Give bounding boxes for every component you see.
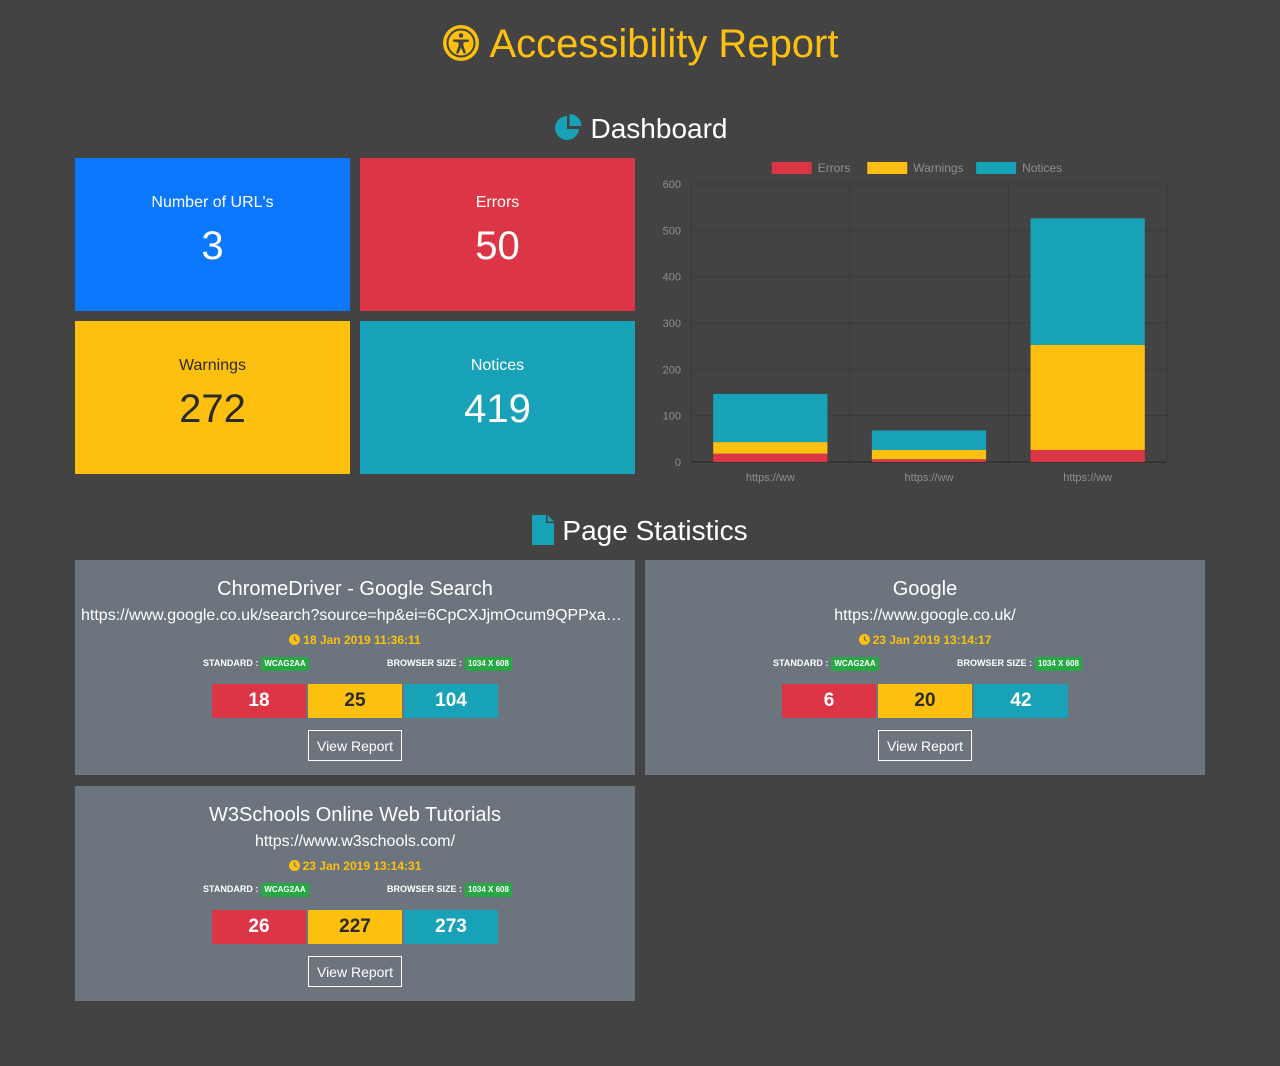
page-title: W3Schools Online Web Tutorials bbox=[209, 804, 501, 826]
page-timestamp: 23 Jan 2019 13:14:17 bbox=[645, 632, 1205, 648]
errors-tile: Errors 50 bbox=[360, 158, 635, 311]
error-count: 26 bbox=[212, 910, 306, 944]
standard-badge: WCAG2AA bbox=[261, 883, 309, 897]
x-tick-label: https://ww bbox=[1063, 472, 1112, 484]
page-date: 23 Jan 2019 13:14:31 bbox=[302, 859, 422, 873]
y-tick-label: 200 bbox=[663, 364, 681, 376]
urls-tile: Number of URL's 3 bbox=[75, 158, 350, 311]
y-tick-label: 400 bbox=[663, 272, 681, 284]
standard-badge: WCAG2AA bbox=[831, 657, 879, 671]
standard-label: STANDARD : bbox=[203, 658, 259, 668]
warnings-count: 272 bbox=[179, 387, 246, 431]
page-card: ChromeDriver - Google Search https://www… bbox=[75, 560, 635, 775]
y-tick-label: 500 bbox=[663, 225, 681, 237]
clock-icon bbox=[288, 860, 300, 871]
bar-segment-errors bbox=[871, 459, 987, 462]
page-date: 18 Jan 2019 11:36:11 bbox=[303, 633, 421, 647]
clock-icon bbox=[858, 634, 870, 645]
standard-label: STANDARD : bbox=[203, 884, 259, 894]
x-tick-label: https://ww bbox=[746, 472, 795, 484]
legend-swatch-warnings bbox=[867, 162, 908, 174]
page-card: W3Schools Online Web Tutorials https://w… bbox=[75, 786, 635, 1001]
x-tick-label: https://ww bbox=[905, 472, 954, 484]
warnings-tile: Warnings 272 bbox=[75, 321, 350, 474]
notice-count: 104 bbox=[404, 684, 498, 718]
errors-count: 50 bbox=[475, 224, 520, 268]
urls-count: 3 bbox=[201, 224, 224, 268]
browser-size-label: BROWSER SIZE : bbox=[957, 658, 1033, 668]
page-timestamp: 23 Jan 2019 13:14:31 bbox=[75, 858, 635, 874]
page-card: Google https://www.google.co.uk/ 23 Jan … bbox=[645, 560, 1205, 775]
bar-segment-notices bbox=[871, 430, 987, 450]
y-tick-label: 300 bbox=[663, 318, 681, 330]
clock-icon bbox=[289, 634, 301, 645]
standard-meta: STANDARD : WCAG2AA bbox=[203, 657, 309, 671]
browser-size-meta: BROWSER SIZE :1034 X 608 bbox=[387, 883, 512, 897]
bar-segment-errors bbox=[713, 453, 828, 462]
page-statistics-heading: Page Statistics bbox=[0, 514, 1280, 548]
page-title: Google bbox=[892, 578, 958, 600]
issue-counts: 26 227 273 bbox=[212, 910, 498, 944]
browser-size-badge: 1034 X 608 bbox=[1035, 657, 1082, 671]
file-icon bbox=[532, 515, 555, 545]
legend-swatch-notices bbox=[976, 162, 1017, 174]
view-report-button[interactable]: View Report bbox=[308, 730, 402, 761]
legend-label-errors: Errors bbox=[818, 161, 851, 175]
bar-segment-notices bbox=[713, 393, 828, 443]
pie-chart-icon bbox=[554, 114, 581, 140]
issues-stacked-bar-chart: 0 100 200 300 400 500 600 https://ww https://ww h… bbox=[663, 161, 1168, 484]
page-date: 23 Jan 2019 13:14:17 bbox=[872, 633, 992, 647]
bar-segment-warnings bbox=[871, 449, 987, 460]
urls-label: Number of URL's bbox=[151, 194, 274, 211]
legend-label-notices: Notices bbox=[1022, 161, 1062, 175]
universal-access-icon bbox=[443, 25, 480, 61]
warning-count: 20 bbox=[878, 684, 972, 718]
legend-swatch-errors bbox=[771, 162, 812, 174]
notice-count: 42 bbox=[974, 684, 1068, 718]
bar-segment-warnings bbox=[713, 442, 828, 454]
notices-tile: Notices 419 bbox=[360, 321, 635, 474]
report-title: Accessibility Report bbox=[0, 20, 1280, 68]
notices-count: 419 bbox=[464, 387, 531, 431]
standard-badge: WCAG2AA bbox=[261, 657, 309, 671]
issue-counts: 6 20 42 bbox=[782, 684, 1068, 718]
dashboard-heading: Dashboard bbox=[0, 112, 1280, 146]
browser-size-label: BROWSER SIZE : bbox=[387, 658, 463, 668]
page-title: ChromeDriver - Google Search bbox=[217, 578, 493, 600]
standard-meta: STANDARD : WCAG2AA bbox=[773, 657, 879, 671]
page-timestamp: 18 Jan 2019 11:36:11 bbox=[75, 632, 635, 648]
bar-segment-warnings bbox=[1030, 344, 1145, 450]
issue-counts: 18 25 104 bbox=[212, 684, 498, 718]
dashboard-heading-text: Dashboard bbox=[590, 113, 728, 144]
page-url: https://www.google.co.uk/ bbox=[834, 607, 1016, 624]
bar-segment-errors bbox=[1030, 449, 1145, 462]
browser-size-badge: 1034 X 608 bbox=[465, 883, 512, 897]
warnings-label: Warnings bbox=[179, 357, 246, 374]
page-url: https://www.w3schools.com/ bbox=[254, 833, 456, 850]
browser-size-meta: BROWSER SIZE :1034 X 608 bbox=[387, 657, 512, 671]
bar-segment-notices bbox=[1030, 218, 1145, 345]
browser-size-meta: BROWSER SIZE :1034 X 608 bbox=[957, 657, 1082, 671]
warning-count: 25 bbox=[308, 684, 402, 718]
y-tick-label: 100 bbox=[663, 411, 681, 423]
page-statistics-heading-text: Page Statistics bbox=[562, 515, 748, 546]
error-count: 18 bbox=[212, 684, 306, 718]
warning-count: 227 bbox=[308, 910, 402, 944]
report-title-text: Accessibility Report bbox=[489, 22, 839, 66]
legend-label-warnings: Warnings bbox=[913, 161, 963, 175]
y-tick-label: 600 bbox=[663, 179, 681, 191]
browser-size-label: BROWSER SIZE : bbox=[387, 884, 463, 894]
error-count: 6 bbox=[782, 684, 876, 718]
notice-count: 273 bbox=[404, 910, 498, 944]
view-report-button[interactable]: View Report bbox=[308, 956, 402, 987]
browser-size-badge: 1034 X 608 bbox=[465, 657, 512, 671]
notices-label: Notices bbox=[470, 357, 525, 374]
y-tick-label: 0 bbox=[675, 457, 681, 469]
view-report-button[interactable]: View Report bbox=[878, 730, 972, 761]
standard-meta: STANDARD : WCAG2AA bbox=[203, 883, 309, 897]
errors-label: Errors bbox=[475, 194, 520, 211]
page-url: https://www.google.co.uk/search?source=h… bbox=[81, 607, 629, 624]
standard-label: STANDARD : bbox=[773, 658, 829, 668]
